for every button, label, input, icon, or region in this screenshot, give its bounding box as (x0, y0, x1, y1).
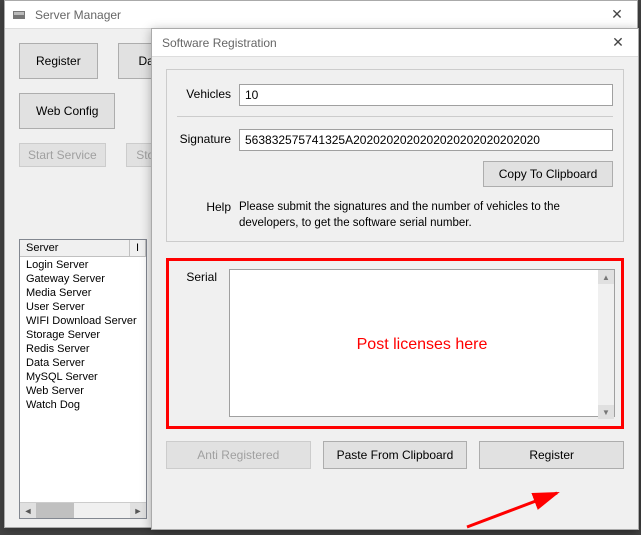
vehicles-label: Vehicles (177, 84, 239, 101)
serial-vscroll[interactable]: ▲ ▼ (598, 270, 614, 419)
list-item[interactable]: Data Server (20, 356, 146, 370)
start-service-button[interactable]: Start Service (19, 143, 106, 167)
arrow-annotation-icon (462, 475, 572, 535)
help-text: Please submit the signatures and the num… (239, 197, 613, 231)
paste-clipboard-button[interactable]: Paste From Clipboard (323, 441, 468, 469)
col-server[interactable]: Server (20, 240, 130, 257)
sm-close-icon[interactable]: ✕ (597, 1, 637, 29)
list-item[interactable]: Web Server (20, 384, 146, 398)
web-config-button[interactable]: Web Config (19, 93, 115, 129)
list-item[interactable]: Gateway Server (20, 272, 146, 286)
scroll-left-icon[interactable]: ◄ (20, 503, 36, 518)
signature-label: Signature (177, 129, 239, 146)
vehicles-input[interactable] (239, 84, 613, 106)
serial-label: Serial (169, 267, 225, 284)
info-group: Vehicles Signature Copy To Clipboard Hel… (166, 69, 624, 242)
list-item[interactable]: WIFI Download Server (20, 314, 146, 328)
sm-titlebar[interactable]: Server Manager ✕ (5, 1, 637, 29)
list-item[interactable]: Watch Dog (20, 398, 146, 412)
signature-input[interactable] (239, 129, 613, 151)
col-i[interactable]: I (130, 240, 146, 257)
reg-titlebar[interactable]: Software Registration ✕ (152, 29, 638, 57)
sm-register-button[interactable]: Register (19, 43, 98, 79)
app-icon (11, 7, 27, 23)
scroll-right-icon[interactable]: ► (130, 503, 146, 518)
list-item[interactable]: Media Server (20, 286, 146, 300)
list-item[interactable]: MySQL Server (20, 370, 146, 384)
reg-register-button[interactable]: Register (479, 441, 624, 469)
sm-title: Server Manager (31, 8, 597, 22)
reg-title: Software Registration (158, 36, 598, 50)
serial-textarea[interactable] (229, 269, 615, 417)
list-item[interactable]: Storage Server (20, 328, 146, 342)
list-item[interactable]: Redis Server (20, 342, 146, 356)
hscrollbar[interactable]: ◄ ► (20, 502, 146, 518)
list-item[interactable]: User Server (20, 300, 146, 314)
server-list-header[interactable]: Server I (20, 240, 146, 257)
list-item[interactable]: Login Server (20, 258, 146, 272)
scroll-down-icon[interactable]: ▼ (598, 405, 614, 419)
scroll-up-icon[interactable]: ▲ (598, 270, 614, 284)
reg-close-icon[interactable]: ✕ (598, 29, 638, 57)
server-list[interactable]: Server I Login Server Gateway Server Med… (19, 239, 147, 519)
server-list-body[interactable]: Login Server Gateway Server Media Server… (20, 257, 146, 413)
copy-clipboard-button[interactable]: Copy To Clipboard (483, 161, 613, 187)
scroll-thumb[interactable] (36, 503, 74, 518)
help-label: Help (177, 197, 239, 214)
serial-group: Serial ▲ ▼ Post licenses here (166, 258, 624, 429)
registration-window: Software Registration ✕ Vehicles Signatu… (151, 28, 639, 530)
anti-registered-button[interactable]: Anti Registered (166, 441, 311, 469)
